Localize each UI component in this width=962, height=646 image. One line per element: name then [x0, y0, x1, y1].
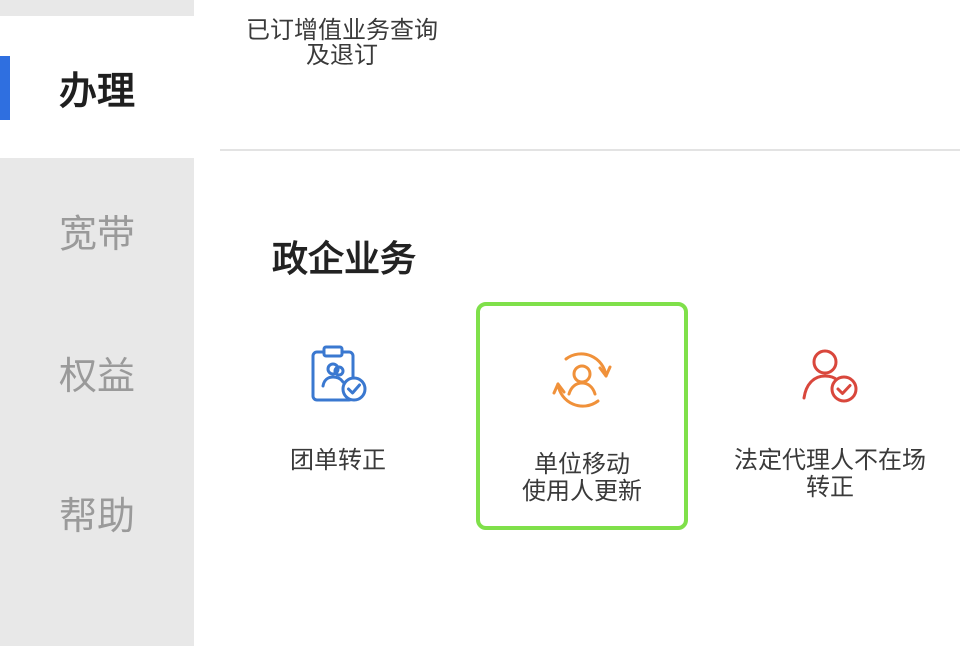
sidebar-item-label: 宽带 — [58, 211, 135, 256]
unit-mobile-user-update-button[interactable]: 单位移动 使用人更新 — [476, 302, 688, 530]
sidebar-item-benefits[interactable]: 权益 — [0, 302, 194, 442]
service-label: 单位移动 使用人更新 — [522, 450, 642, 505]
sidebar-item-help[interactable]: 帮助 — [0, 442, 194, 582]
sidebar-item-broadband[interactable]: 宽带 — [0, 158, 194, 302]
clipboard-user-check-icon — [304, 342, 372, 410]
service-label: 团单转正 — [290, 446, 386, 474]
user-check-icon — [796, 342, 864, 410]
section-divider — [220, 149, 960, 151]
sidebar-item-label: 办理 — [58, 68, 135, 113]
subscribed-services-query-link[interactable]: 已订增值业务查询 及退订 — [222, 18, 462, 68]
sidebar: 办理 宽带 权益 帮助 — [0, 0, 194, 646]
sidebar-item-label: 权益 — [58, 353, 135, 398]
sidebar-item-previous[interactable] — [0, 0, 194, 16]
active-indicator — [0, 56, 10, 120]
sidebar-item-handle[interactable]: 办理 — [0, 16, 194, 158]
legal-agent-absent-conversion-button[interactable]: 法定代理人不在场 转正 — [724, 302, 936, 530]
sidebar-item-label: 帮助 — [58, 493, 135, 538]
group-order-conversion-button[interactable]: 团单转正 — [232, 302, 444, 530]
section-title: 政企业务 — [272, 239, 417, 280]
service-label: 法定代理人不在场 转正 — [734, 446, 926, 501]
user-refresh-icon — [548, 346, 616, 414]
